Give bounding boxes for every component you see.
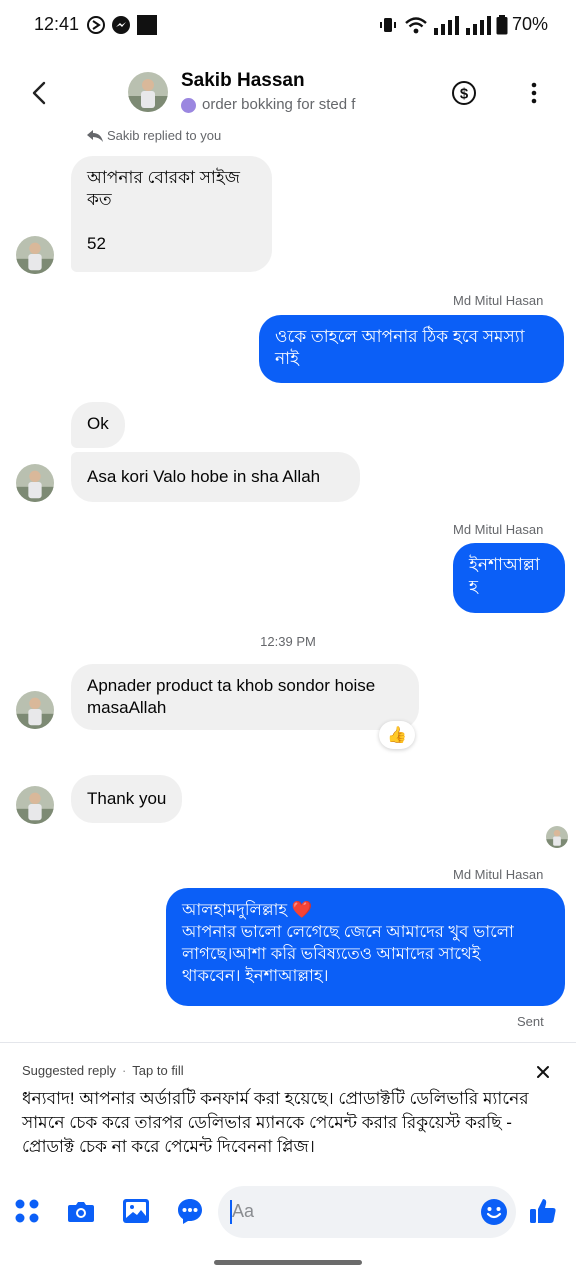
contact-avatar[interactable]	[128, 72, 168, 112]
message-bubble-outgoing[interactable]: ইনশাআল্লা হ	[453, 543, 565, 613]
reply-arrow-icon	[87, 130, 103, 142]
chat-bubble-icon[interactable]	[175, 1196, 205, 1226]
svg-text:$: $	[460, 86, 469, 103]
suggested-reply-text[interactable]: ধন্যবাদ! আপনার অর্ডারটি কনফার্ম করা হয়ে…	[22, 1087, 542, 1159]
contact-avatar-small	[16, 786, 54, 824]
conversation-header: Sakib Hassan order bokking for sted f $	[0, 62, 576, 124]
replied-note-text: Sakib replied to you	[107, 128, 222, 143]
message-bubble-outgoing[interactable]: ওকে তাহলে আপনার ঠিক হবে সমস্যা নাই	[259, 315, 564, 383]
sender-label: Md Mitul Hasan	[453, 867, 544, 882]
message-bubble-incoming[interactable]: Ok	[71, 402, 125, 448]
sender-label: Md Mitul Hasan	[453, 522, 544, 537]
apps-grid-icon[interactable]	[13, 1196, 41, 1226]
data-saver-icon	[87, 16, 105, 34]
wifi-icon	[405, 17, 427, 34]
app-notification-icon	[137, 15, 157, 35]
contact-avatar-small	[16, 464, 54, 502]
thumbs-up-reaction[interactable]: 👍	[379, 721, 415, 749]
home-indicator[interactable]	[214, 1260, 362, 1265]
message-bubble-outgoing[interactable]: আলহামদুলিল্লাহ ❤️ আপনার ভালো লেগেছে জেনে…	[166, 888, 565, 1006]
message-bubble-incoming[interactable]: আপনার বোরকা সাইজ কত 52	[71, 156, 272, 272]
battery-icon	[496, 15, 508, 35]
message-composer: Aa	[0, 1180, 576, 1244]
sent-status: Sent	[517, 1014, 544, 1029]
chevron-left-icon[interactable]	[26, 78, 54, 108]
seen-receipt-avatar	[546, 826, 568, 848]
message-input-placeholder: Aa	[232, 1201, 255, 1221]
contact-avatar-small	[16, 236, 54, 274]
sender-label: Md Mitul Hasan	[453, 293, 544, 308]
gallery-icon[interactable]	[121, 1196, 151, 1226]
timestamp: 12:39 PM	[260, 634, 316, 649]
message-bubble-incoming[interactable]: Asa kori Valo hobe in sha Allah	[71, 452, 360, 502]
more-vertical-icon[interactable]	[524, 80, 544, 106]
message-input[interactable]: Aa	[218, 1186, 516, 1238]
camera-icon[interactable]	[66, 1196, 96, 1226]
messenger-icon	[112, 16, 130, 34]
battery-percentage: 70%	[512, 14, 549, 34]
message-bubble-incoming[interactable]: Apnader product ta khob sondor hoise mas…	[71, 664, 419, 730]
vibrate-icon	[380, 18, 396, 32]
suggested-reply-label: Suggested reply	[22, 1063, 116, 1078]
divider	[0, 1042, 576, 1043]
tap-to-fill-label: Tap to fill	[132, 1063, 184, 1078]
emoji-icon[interactable]	[480, 1198, 508, 1226]
status-time: 12:41	[34, 14, 80, 34]
thumbs-up-icon[interactable]	[528, 1196, 558, 1226]
signal-icon-2	[466, 16, 491, 35]
contact-avatar-small	[16, 691, 54, 729]
status-bar: 12:41 70%	[0, 0, 576, 50]
replied-note: Sakib replied to you	[86, 128, 221, 143]
close-icon[interactable]	[533, 1062, 553, 1082]
message-bubble-incoming[interactable]: Thank you	[71, 775, 183, 823]
signal-icon	[434, 16, 459, 35]
dollar-circle-icon[interactable]: $	[451, 80, 477, 106]
suggested-reply-header: Suggested reply · Tap to fill	[22, 1063, 184, 1078]
status-dot	[181, 98, 196, 113]
contact-name[interactable]: Sakib Hassan	[181, 70, 305, 92]
contact-subtitle: order bokking for sted f	[202, 96, 356, 113]
